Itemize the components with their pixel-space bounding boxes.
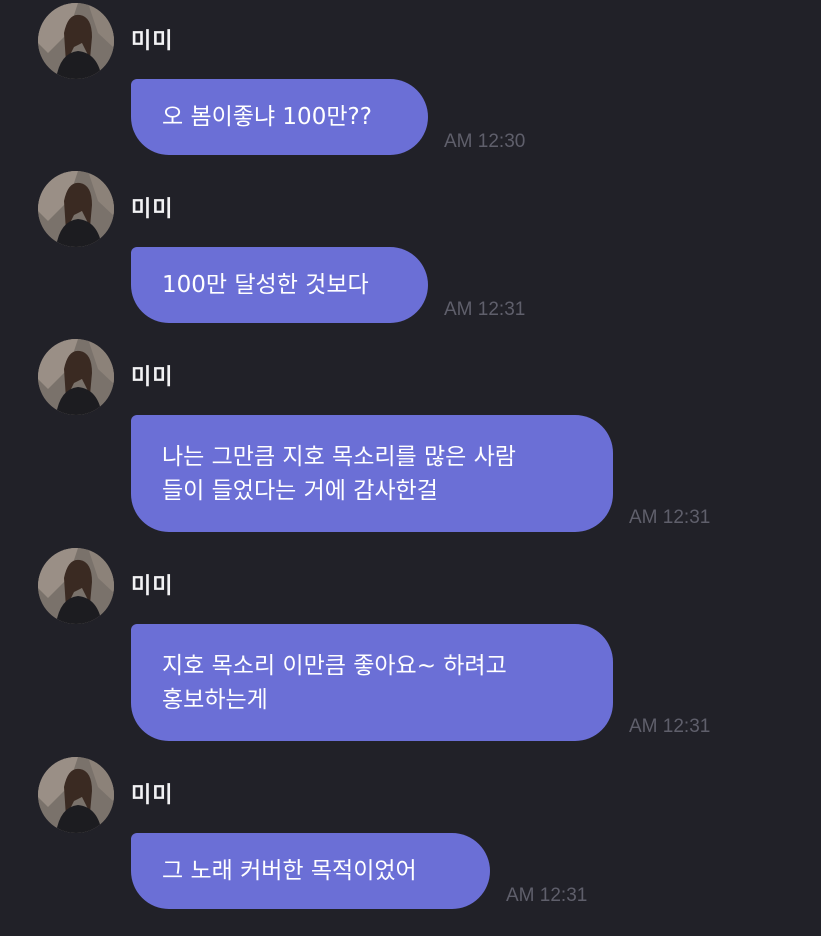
avatar[interactable] bbox=[38, 757, 114, 833]
sender-name: 미미 bbox=[131, 574, 174, 599]
message-text: 오 봄이좋냐 100만?? bbox=[162, 104, 372, 130]
sender-name: 미미 bbox=[131, 365, 174, 390]
message-bubble[interactable]: 100만 달성한 것보다 bbox=[131, 247, 428, 323]
message-timestamp: AM 12:31 bbox=[506, 885, 588, 906]
message-text: 그 노래 커버한 목적이었어 bbox=[162, 858, 417, 884]
avatar[interactable] bbox=[38, 548, 114, 624]
profile-photo-icon bbox=[38, 548, 114, 624]
message-text: 홍보하는게 bbox=[162, 686, 268, 713]
message-bubble[interactable]: 나는 그만큼 지호 목소리를 많은 사람 들이 들었다는 거에 감사한걸 bbox=[131, 415, 613, 532]
profile-photo-icon bbox=[38, 171, 114, 247]
profile-photo-icon bbox=[38, 757, 114, 833]
sender-name: 미미 bbox=[131, 783, 174, 808]
sender-name: 미미 bbox=[131, 29, 174, 54]
sender-name: 미미 bbox=[131, 197, 174, 222]
avatar[interactable] bbox=[38, 3, 114, 79]
message-timestamp: AM 12:30 bbox=[444, 131, 526, 152]
profile-photo-icon bbox=[38, 339, 114, 415]
message-timestamp: AM 12:31 bbox=[444, 299, 526, 320]
message-bubble[interactable]: 그 노래 커버한 목적이었어 bbox=[131, 833, 490, 909]
message-timestamp: AM 12:31 bbox=[629, 507, 711, 528]
message-text: 들이 들었다는 거에 감사한걸 bbox=[162, 477, 438, 504]
message-text: 100만 달성한 것보다 bbox=[162, 272, 369, 298]
message-text: 지호 목소리 이만큼 좋아요~ 하려고 bbox=[162, 652, 507, 679]
avatar[interactable] bbox=[38, 339, 114, 415]
message-text: 나는 그만큼 지호 목소리를 많은 사람 bbox=[162, 443, 516, 470]
message-timestamp: AM 12:31 bbox=[629, 716, 711, 737]
chat-window[interactable]: 미미 오 봄이좋냐 100만?? AM 12:30 미미 100만 달성한 것보… bbox=[0, 0, 821, 936]
avatar[interactable] bbox=[38, 171, 114, 247]
message-bubble[interactable]: 지호 목소리 이만큼 좋아요~ 하려고 홍보하는게 bbox=[131, 624, 613, 741]
profile-photo-icon bbox=[38, 3, 114, 79]
message-bubble[interactable]: 오 봄이좋냐 100만?? bbox=[131, 79, 428, 155]
